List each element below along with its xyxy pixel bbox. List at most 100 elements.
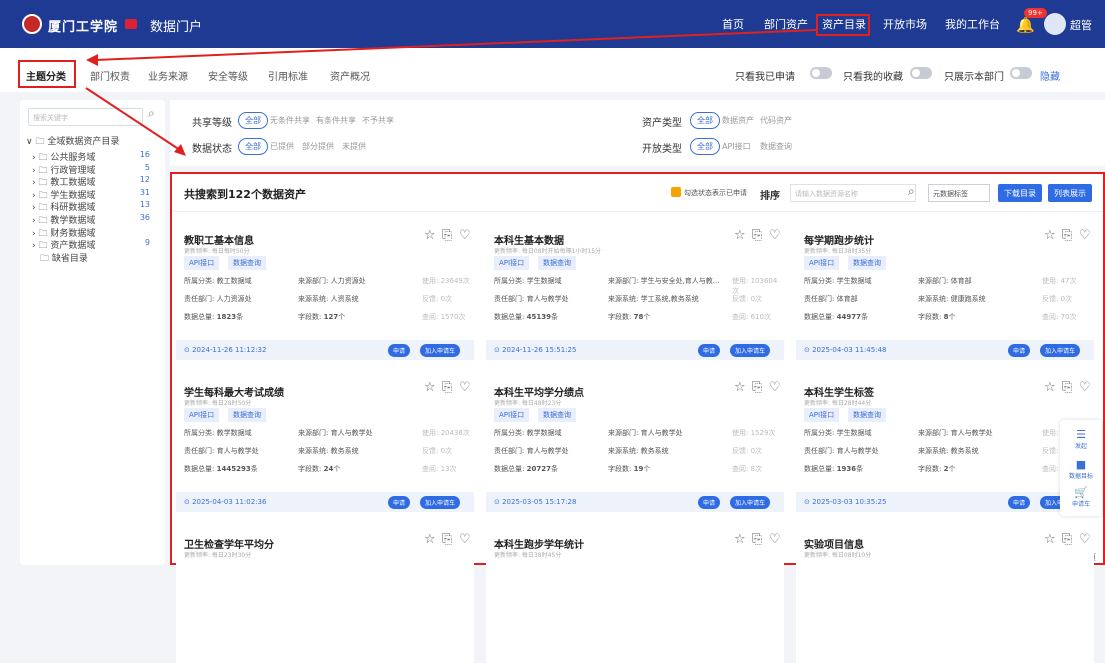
star-icon[interactable]: ☆ — [424, 228, 436, 243]
tab-ref-standard[interactable]: 引用标准 — [268, 68, 308, 83]
asset-card[interactable]: 本科生跑步学年统计 更新频率: 每日38时45分 ☆ ⎘ ♡ — [486, 518, 784, 663]
like-icon[interactable]: ♡ — [459, 228, 471, 243]
status-opt-2[interactable]: 部分提供 — [302, 141, 334, 152]
like-icon[interactable]: ♡ — [459, 532, 471, 547]
star-icon[interactable]: ☆ — [1044, 380, 1056, 395]
download-catalog-button[interactable]: 下载目录 — [998, 184, 1042, 202]
results-search-input[interactable]: 请输入数据资源名称 — [790, 184, 916, 202]
tab-asset-overview[interactable]: 资产概况 — [330, 68, 370, 83]
asset-card[interactable]: 本科生平均学分绩点 更新频率: 每日48时23分 ☆ ⎘ ♡ API接口 数据查询 所属分类:… — [486, 366, 784, 512]
star-icon[interactable]: ☆ — [424, 380, 436, 395]
tab-topic[interactable]: 主题分类 — [26, 68, 66, 83]
like-icon[interactable]: ♡ — [1079, 380, 1091, 395]
nav-home[interactable]: 首页 — [722, 16, 744, 32]
float-apply[interactable]: ☰ 发起 — [1060, 428, 1102, 450]
asset-name[interactable]: 教职工基本信息 — [184, 232, 254, 247]
asset-name[interactable]: 本科生跑步学年统计 — [494, 536, 584, 551]
tab-business-source[interactable]: 业务来源 — [148, 68, 188, 83]
asset-name[interactable]: 本科生平均学分绩点 — [494, 384, 584, 399]
avatar[interactable] — [1044, 13, 1066, 35]
copy-icon[interactable]: ⎘ — [752, 532, 762, 547]
nav-asset-catalog[interactable]: 资产目录 — [822, 16, 866, 32]
add-to-cart-button[interactable]: 加入申请车 — [1040, 344, 1081, 357]
type-opt-1[interactable]: 数据资产 — [722, 115, 754, 126]
status-opt-1[interactable]: 已提供 — [270, 141, 294, 152]
star-icon[interactable]: ☆ — [1044, 228, 1056, 243]
only-applied-toggle[interactable] — [810, 67, 832, 79]
tab-security-level[interactable]: 安全等级 — [208, 68, 248, 83]
asset-name[interactable]: 卫生检查学年平均分 — [184, 536, 274, 551]
copy-icon[interactable]: ⎘ — [1062, 532, 1072, 547]
copy-icon[interactable]: ⎘ — [752, 380, 762, 395]
add-to-cart-button[interactable]: 加入申请车 — [730, 496, 771, 509]
like-icon[interactable]: ♡ — [1079, 228, 1091, 243]
float-data-target[interactable]: ■ 数据目标 — [1060, 458, 1102, 480]
asset-name[interactable]: 本科生学生标签 — [804, 384, 874, 399]
copy-icon[interactable]: ⎘ — [1062, 380, 1072, 395]
asset-name[interactable]: 实验项目信息 — [804, 536, 864, 551]
float-cart[interactable]: 🛒 申请车 — [1060, 486, 1102, 508]
apply-button[interactable]: 申请 — [388, 496, 411, 509]
asset-card[interactable]: 卫生检查学年平均分 更新频率: 每日23时30分 ☆ ⎘ ♡ — [176, 518, 474, 663]
status-all-pill[interactable]: 全部 — [238, 138, 268, 155]
tab-dept-duty[interactable]: 部门权责 — [90, 68, 130, 83]
star-icon[interactable]: ☆ — [734, 380, 746, 395]
user-name[interactable]: 超管 — [1070, 17, 1092, 33]
asset-name[interactable]: 学生每科最大考试成绩 — [184, 384, 284, 399]
asset-card[interactable]: 每学期跑步统计 更新频率: 每日38时35分 ☆ ⎘ ♡ API接口 数据查询 所属分类: 学… — [796, 214, 1094, 360]
sort-button[interactable]: 排序 — [760, 187, 780, 202]
applied-state-checkbox[interactable] — [671, 187, 681, 197]
hide-link[interactable]: 隐藏 — [1040, 68, 1060, 83]
apply-button[interactable]: 申请 — [698, 496, 721, 509]
like-icon[interactable]: ♡ — [769, 532, 781, 547]
copy-icon[interactable]: ⎘ — [442, 532, 452, 547]
asset-name[interactable]: 每学期跑步统计 — [804, 232, 874, 247]
nav-dept-assets[interactable]: 部门资产 — [764, 16, 808, 32]
type-all-pill[interactable]: 全部 — [690, 112, 720, 129]
add-to-cart-button[interactable]: 加入申请车 — [420, 344, 461, 357]
like-icon[interactable]: ♡ — [459, 380, 471, 395]
like-icon[interactable]: ♡ — [769, 228, 781, 243]
list-view-button[interactable]: 列表展示 — [1048, 184, 1092, 202]
search-icon[interactable]: ⌕ — [908, 184, 915, 199]
open-opt-1[interactable]: API接口 — [722, 141, 751, 152]
apply-button[interactable]: 申请 — [1008, 496, 1031, 509]
copy-icon[interactable]: ⎘ — [1062, 228, 1072, 243]
search-icon[interactable]: ⌕ — [148, 106, 155, 121]
copy-icon[interactable]: ⎘ — [442, 380, 452, 395]
like-icon[interactable]: ♡ — [1079, 532, 1091, 547]
star-icon[interactable]: ☆ — [734, 228, 746, 243]
copy-icon[interactable]: ⎘ — [752, 228, 762, 243]
star-icon[interactable]: ☆ — [424, 532, 436, 547]
apply-button[interactable]: 申请 — [1008, 344, 1031, 357]
open-opt-2[interactable]: 数据查询 — [760, 141, 792, 152]
asset-card[interactable]: 实验项目信息 更新频率: 每日08时10分 ☆ ⎘ ♡ — [796, 518, 1094, 663]
tree-item[interactable]: 🗀 缺省目录 — [40, 251, 168, 267]
apply-button[interactable]: 申请 — [388, 344, 411, 357]
share-opt-1[interactable]: 无条件共享 — [270, 115, 310, 126]
share-opt-2[interactable]: 有条件共享 — [316, 115, 356, 126]
apply-button[interactable]: 申请 — [698, 344, 721, 357]
copy-icon[interactable]: ⎘ — [442, 228, 452, 243]
share-all-pill[interactable]: 全部 — [238, 112, 268, 129]
only-dept-toggle[interactable] — [1010, 67, 1032, 79]
like-icon[interactable]: ♡ — [769, 380, 781, 395]
tree-root[interactable]: ∨ 🗀 全域数据资产目录 — [26, 134, 119, 150]
open-all-pill[interactable]: 全部 — [690, 138, 720, 155]
tree-search-input[interactable]: 搜索关键字 — [28, 108, 143, 126]
add-to-cart-button[interactable]: 加入申请车 — [730, 344, 771, 357]
star-icon[interactable]: ☆ — [734, 532, 746, 547]
asset-card[interactable]: 学生每科最大考试成绩 更新频率: 每日28时50分 ☆ ⎘ ♡ API接口 数据查询 所属分类… — [176, 366, 474, 512]
asset-card[interactable]: 本科生学生标签 更新频率: 每日28时44分 ☆ ⎘ ♡ API接口 数据查询 所属分类: 学… — [796, 366, 1094, 512]
metadata-tag-button[interactable]: 元数据标签 — [928, 184, 990, 202]
notification-bell-icon[interactable]: 🔔 — [1016, 16, 1035, 34]
nav-open-market[interactable]: 开放市场 — [883, 16, 927, 32]
asset-card[interactable]: 教职工基本信息 更新频率: 每日每时50分 ☆ ⎘ ♡ API接口 数据查询 所属分类: 教工… — [176, 214, 474, 360]
type-opt-2[interactable]: 代码资产 — [760, 115, 792, 126]
share-opt-3[interactable]: 不予共享 — [362, 115, 394, 126]
asset-name[interactable]: 本科生基本数据 — [494, 232, 564, 247]
star-icon[interactable]: ☆ — [1044, 532, 1056, 547]
add-to-cart-button[interactable]: 加入申请车 — [420, 496, 461, 509]
asset-card[interactable]: 本科生基本数据 更新频率: 每日08时开始每隔1小时15分 ☆ ⎘ ♡ API接口 数据查询… — [486, 214, 784, 360]
status-opt-3[interactable]: 未提供 — [342, 141, 366, 152]
